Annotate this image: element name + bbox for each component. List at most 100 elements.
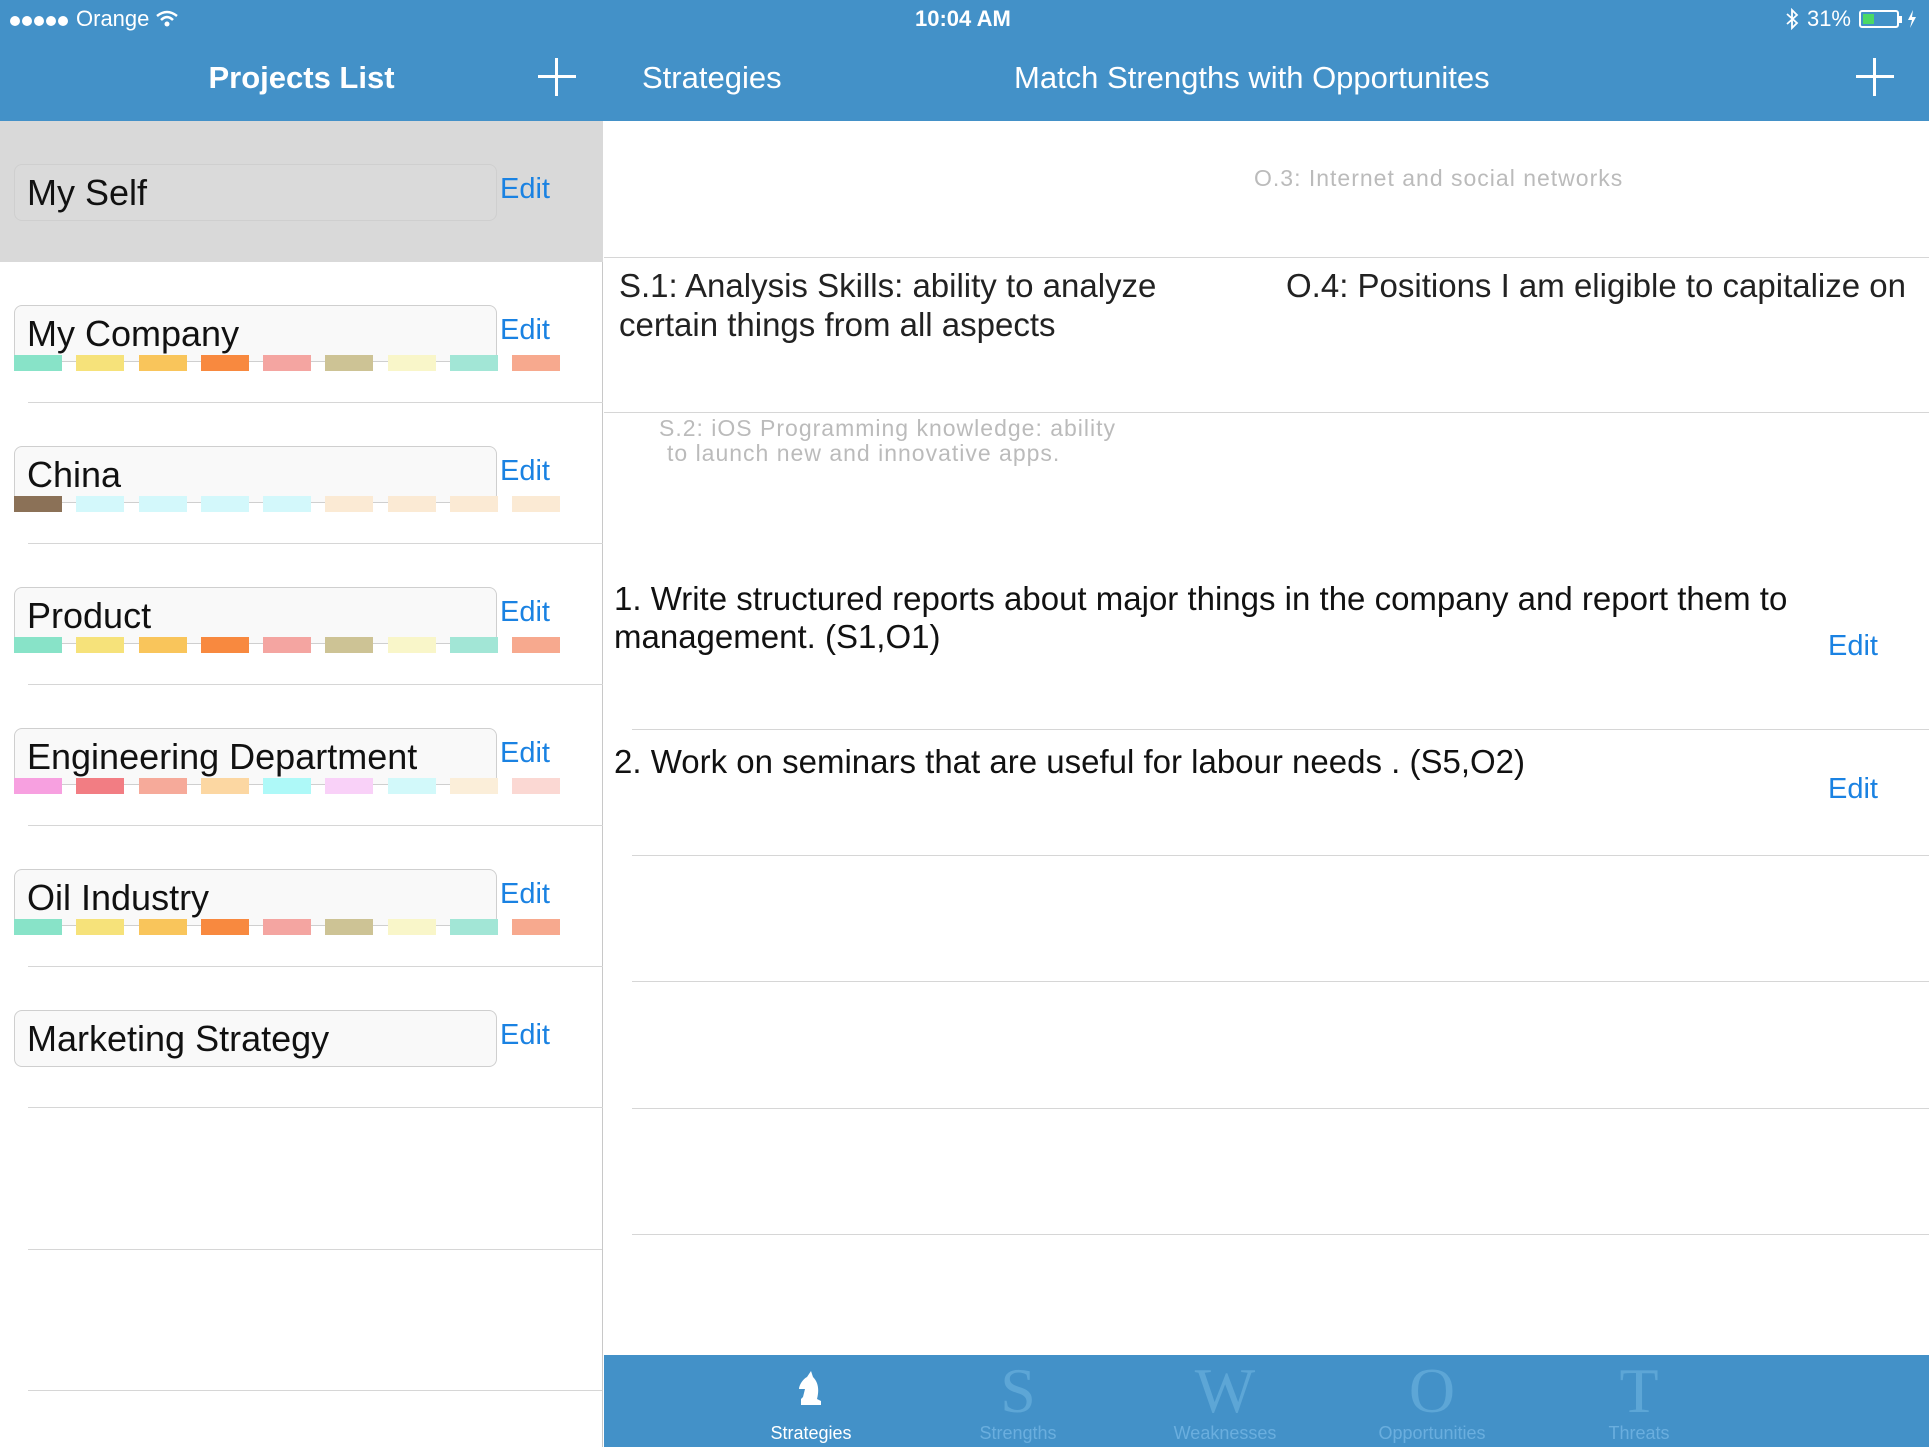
color-swatches bbox=[14, 496, 575, 512]
color-swatch bbox=[450, 355, 499, 371]
color-swatch bbox=[138, 778, 187, 794]
color-swatch bbox=[263, 355, 312, 371]
project-row[interactable]: My Company Edit bbox=[0, 262, 603, 403]
edit-project-button[interactable]: Edit bbox=[500, 1019, 550, 1052]
color-swatch bbox=[512, 496, 561, 512]
color-swatch bbox=[512, 637, 561, 653]
color-swatch bbox=[76, 355, 125, 371]
add-strategy-button[interactable] bbox=[1856, 58, 1894, 96]
color-swatch bbox=[512, 355, 561, 371]
tab-label: Strengths bbox=[979, 1423, 1057, 1443]
tab-strengths[interactable]: S Strengths bbox=[938, 1355, 1098, 1447]
edit-strategy-button[interactable]: Edit bbox=[1828, 630, 1878, 663]
bluetooth-icon bbox=[1786, 8, 1799, 30]
weaknesses-w-icon: W bbox=[1194, 1355, 1256, 1426]
project-name[interactable]: Engineering Department bbox=[14, 728, 497, 785]
tab-threats[interactable]: T Threats bbox=[1559, 1355, 1719, 1447]
edit-project-button[interactable]: Edit bbox=[500, 878, 550, 911]
color-swatches bbox=[14, 778, 575, 794]
list-divider bbox=[632, 1108, 1929, 1109]
battery-icon bbox=[1859, 10, 1902, 28]
color-swatch bbox=[200, 355, 249, 371]
color-swatch bbox=[512, 919, 561, 935]
project-row[interactable]: Product Edit bbox=[0, 544, 603, 685]
color-swatch bbox=[14, 355, 62, 371]
list-divider bbox=[632, 729, 1929, 730]
project-name[interactable]: Product bbox=[14, 587, 497, 644]
edit-project-button[interactable]: Edit bbox=[500, 737, 550, 770]
color-swatch bbox=[200, 778, 249, 794]
project-name[interactable]: Oil Industry bbox=[14, 869, 497, 926]
detail-nav-bar: Strategies Match Strengths with Opportun… bbox=[604, 40, 1929, 121]
edit-project-button[interactable]: Edit bbox=[500, 173, 550, 206]
picker-divider bbox=[604, 257, 1929, 258]
tab-label: Opportunities bbox=[1378, 1423, 1486, 1443]
project-name[interactable]: China bbox=[14, 446, 497, 503]
color-swatch bbox=[138, 355, 187, 371]
color-swatch bbox=[14, 919, 62, 935]
picker-divider bbox=[604, 412, 1929, 413]
color-swatch bbox=[76, 496, 125, 512]
edit-project-button[interactable]: Edit bbox=[500, 596, 550, 629]
list-divider bbox=[28, 1249, 602, 1250]
color-swatch bbox=[325, 637, 374, 653]
chess-knight-icon bbox=[799, 1371, 821, 1405]
list-divider bbox=[28, 1390, 602, 1391]
status-bar: Orange 10:04 AM 31% bbox=[0, 0, 1929, 40]
projects-list-title: Projects List bbox=[208, 60, 395, 95]
strength-picker-option[interactable]: to launch new and innovative apps. bbox=[667, 440, 1060, 467]
project-name[interactable]: Marketing Strategy bbox=[14, 1010, 497, 1067]
color-swatch bbox=[450, 919, 499, 935]
project-row[interactable]: Engineering Department Edit bbox=[0, 685, 603, 826]
color-swatch bbox=[138, 496, 187, 512]
color-swatches bbox=[14, 919, 575, 935]
project-row[interactable]: My Self Edit bbox=[0, 121, 603, 262]
edit-project-button[interactable]: Edit bbox=[500, 314, 550, 347]
list-divider bbox=[632, 981, 1929, 982]
tab-opportunities[interactable]: O Opportunities bbox=[1352, 1355, 1512, 1447]
project-row[interactable]: Marketing Strategy Edit bbox=[0, 967, 603, 1108]
threats-t-icon: T bbox=[1619, 1355, 1659, 1426]
tab-strategies[interactable]: Strategies bbox=[731, 1355, 891, 1447]
color-swatch bbox=[450, 496, 499, 512]
edit-project-button[interactable]: Edit bbox=[500, 455, 550, 488]
color-swatch bbox=[387, 919, 436, 935]
status-right: 31% bbox=[1785, 6, 1917, 32]
color-swatches bbox=[14, 355, 575, 371]
signal-strength-icon bbox=[10, 6, 70, 32]
add-project-button[interactable] bbox=[538, 58, 576, 96]
project-name[interactable]: My Self bbox=[14, 164, 497, 221]
selected-strength[interactable]: S.1: Analysis Skills: ability to analyze… bbox=[619, 266, 1219, 344]
color-swatch bbox=[200, 919, 249, 935]
color-swatch bbox=[450, 637, 499, 653]
project-row[interactable]: China Edit bbox=[0, 403, 603, 544]
tab-label: Weaknesses bbox=[1173, 1423, 1277, 1443]
tab-bar: Strategies S Strengths W Weaknesses O Op… bbox=[604, 1355, 1929, 1447]
color-swatch bbox=[76, 919, 125, 935]
color-swatch bbox=[325, 496, 374, 512]
strategy-detail: O.3: Internet and social networks S.1: A… bbox=[604, 121, 1929, 1355]
strategy-text: 1. Write structured reports about major … bbox=[614, 580, 1788, 655]
tab-weaknesses[interactable]: W Weaknesses bbox=[1145, 1355, 1305, 1447]
edit-strategy-button[interactable]: Edit bbox=[1828, 773, 1878, 806]
color-swatch bbox=[76, 778, 125, 794]
project-row[interactable]: Oil Industry Edit bbox=[0, 826, 603, 967]
strategy-text: 2. Work on seminars that are useful for … bbox=[614, 743, 1525, 780]
color-swatch bbox=[325, 355, 374, 371]
page-title: Match Strengths with Opportunites bbox=[1014, 60, 1490, 95]
color-swatch bbox=[14, 637, 62, 653]
strengths-s-icon: S bbox=[1000, 1355, 1036, 1426]
color-swatch bbox=[387, 778, 436, 794]
project-name[interactable]: My Company bbox=[14, 305, 497, 362]
color-swatch bbox=[387, 355, 436, 371]
list-divider bbox=[632, 855, 1929, 856]
strength-picker-option[interactable]: S.2: iOS Programming knowledge: ability bbox=[659, 415, 1116, 442]
color-swatch bbox=[325, 919, 374, 935]
color-swatch bbox=[138, 919, 187, 935]
color-swatches bbox=[14, 637, 575, 653]
strategies-back-button[interactable]: Strategies bbox=[642, 60, 782, 96]
selected-opportunity[interactable]: O.4: Positions I am eligible to capitali… bbox=[1286, 266, 1906, 305]
battery-percent: 31% bbox=[1806, 6, 1851, 31]
opportunity-picker-option[interactable]: O.3: Internet and social networks bbox=[1254, 165, 1623, 192]
carrier-name: Orange bbox=[76, 6, 150, 31]
